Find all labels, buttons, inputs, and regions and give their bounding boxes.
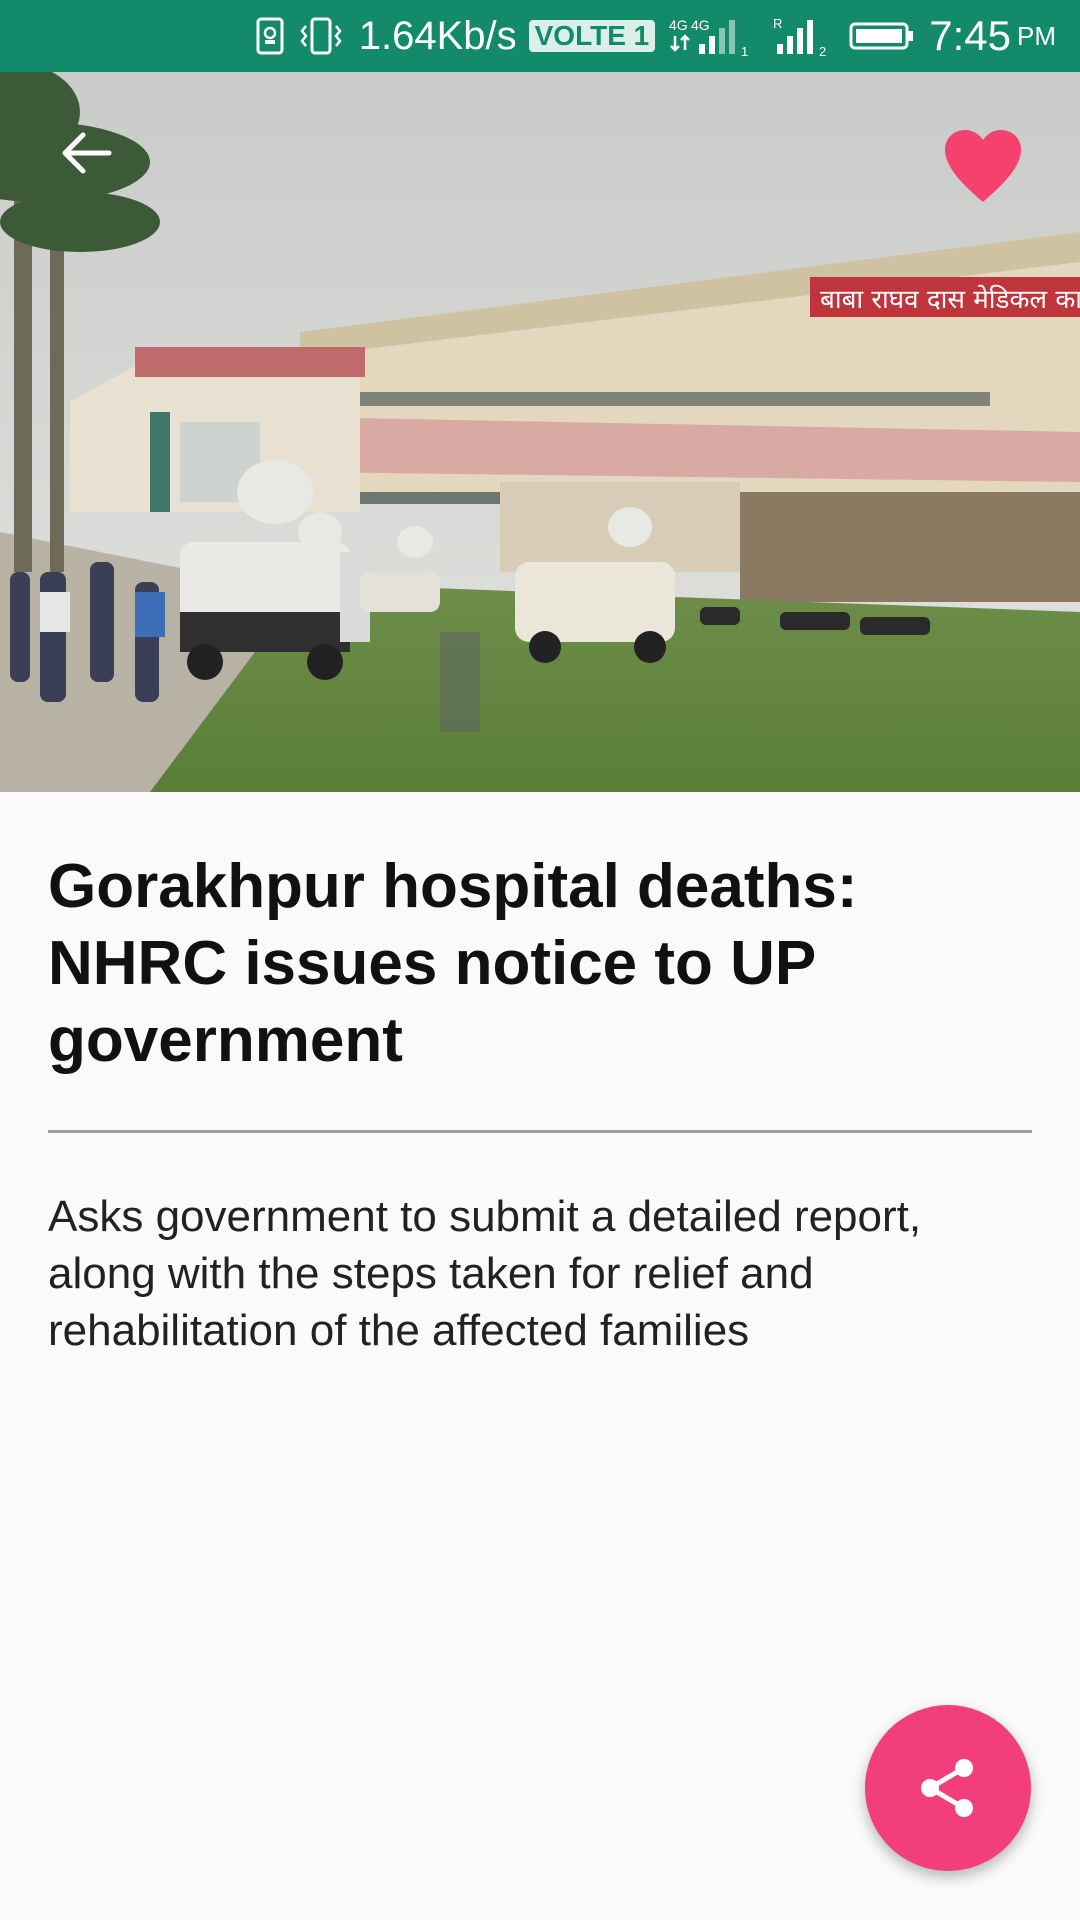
screen-lock-icon (255, 16, 285, 56)
network-speed: 1.64Kb/s (358, 13, 517, 58)
signal-sim2-icon: R 2 (773, 14, 835, 58)
clock-time: 7:45 (929, 12, 1011, 59)
share-icon (921, 1759, 973, 1817)
arrow-back-icon (62, 132, 112, 174)
share-button[interactable] (865, 1705, 1031, 1871)
volte-badge: VOLTE 1 (528, 20, 656, 52)
svg-text:2: 2 (819, 44, 826, 58)
hospital-photo: बाबा राघव दास मेडिकल का (0, 72, 1080, 792)
vibrate-icon (299, 16, 343, 56)
network-type-label-2: 4G (691, 17, 710, 33)
article-summary: Asks government to submit a detailed rep… (48, 1192, 922, 1355)
svg-text:1: 1 (741, 44, 748, 58)
article-title: Gorakhpur hospital deaths: NHRC issues n… (48, 852, 858, 1075)
roaming-label: R (773, 16, 782, 31)
battery-icon (849, 21, 915, 51)
signal-sim1-icon: 4G 4G 1 (669, 14, 759, 58)
title-divider (48, 1130, 1032, 1133)
hospital-sign: बाबा राघव दास मेडिकल का (820, 284, 1080, 315)
favorite-button[interactable] (938, 126, 1028, 206)
clock-ampm: PM (1017, 20, 1056, 51)
heart-icon (945, 130, 1021, 202)
article-hero-image: बाबा राघव दास मेडिकल का (0, 72, 1080, 792)
back-button[interactable] (50, 118, 120, 188)
status-bar: 1.64Kb/s VOLTE 1 4G 4G 1 R 2 7:45 PM (0, 0, 1080, 72)
network-type-label-1: 4G (669, 17, 688, 33)
